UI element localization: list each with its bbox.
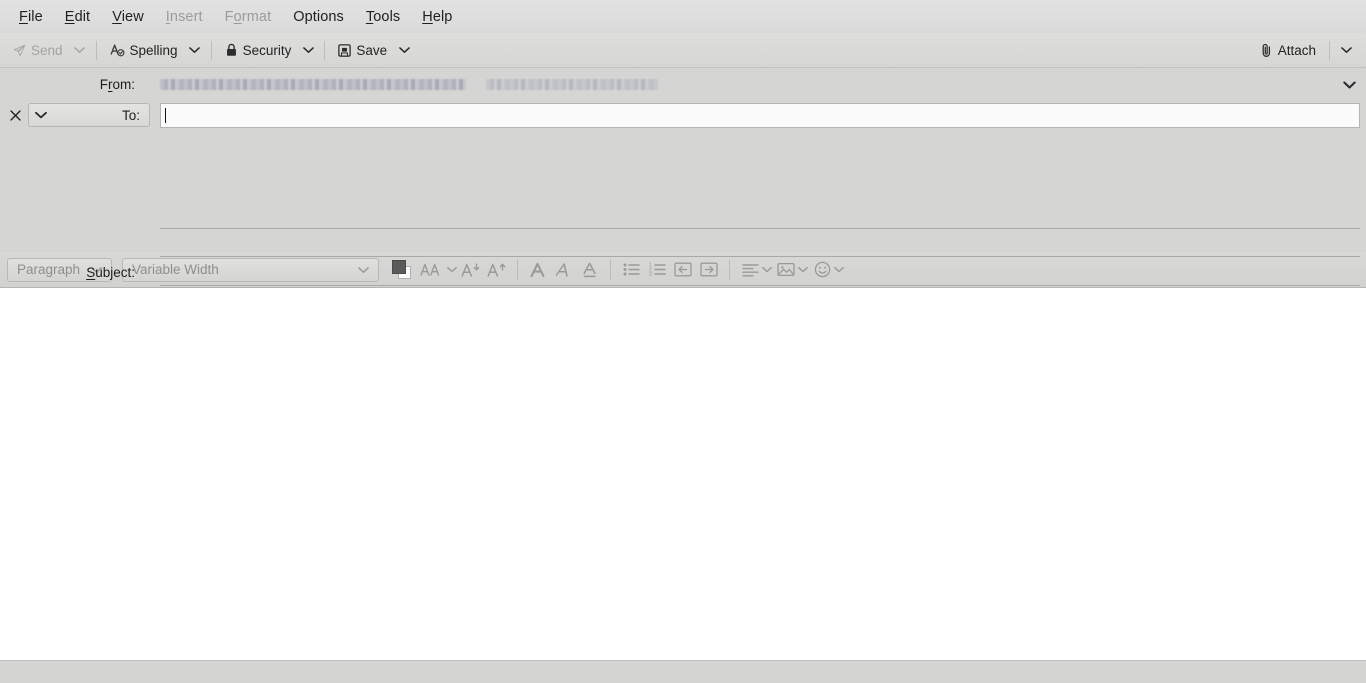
subject-row: Subject: xyxy=(0,260,1366,285)
save-label: Save xyxy=(356,42,388,58)
compose-message-window: File Edit View Insert Format Options Too… xyxy=(0,0,1366,683)
text-cursor xyxy=(165,107,166,123)
send-dropdown-chevron-down-icon xyxy=(70,38,90,62)
redacted-identity-email xyxy=(486,79,658,90)
menu-item-insert: Insert xyxy=(165,8,203,25)
menu-item-file[interactable]: File xyxy=(8,5,54,29)
subject-input[interactable] xyxy=(148,261,1360,284)
attach-label: Attach xyxy=(1277,42,1316,58)
from-identity-value[interactable] xyxy=(148,75,1366,95)
recipient-type-selector[interactable]: To: xyxy=(28,103,150,127)
toolbar-separator xyxy=(210,40,212,60)
subject-label: Subject: xyxy=(86,265,135,280)
to-label: To: xyxy=(121,107,140,123)
save-dropdown-chevron-down-icon[interactable] xyxy=(394,38,414,62)
menu-item-help[interactable]: Help xyxy=(411,5,463,29)
spelling-button[interactable]: Spelling xyxy=(103,40,185,61)
to-input[interactable] xyxy=(160,102,1360,128)
paperclip-icon xyxy=(1260,43,1273,58)
security-dropdown-chevron-down-icon[interactable] xyxy=(298,38,318,62)
menu-item-edit[interactable]: Edit xyxy=(54,5,101,29)
menu-item-tools[interactable]: Tools xyxy=(355,5,411,29)
menu-bar: File Edit View Insert Format Options Too… xyxy=(0,0,1366,33)
send-button: Send xyxy=(6,40,70,61)
floppy-disk-icon xyxy=(338,43,352,57)
redacted-identity-name xyxy=(160,79,466,90)
toolbar-separator xyxy=(95,40,97,60)
color-swatch-icon xyxy=(391,260,411,279)
text-color-button[interactable] xyxy=(388,257,414,283)
spelling-dropdown-chevron-down-icon[interactable] xyxy=(185,38,205,62)
from-dropdown-chevron-down-icon[interactable] xyxy=(1343,80,1356,89)
paper-plane-icon xyxy=(13,44,26,57)
toolbar-separator xyxy=(324,40,326,60)
spellcheck-icon xyxy=(110,43,125,57)
status-bar xyxy=(0,660,1366,683)
header-separator xyxy=(160,256,1360,257)
security-button[interactable]: Security xyxy=(218,40,299,61)
menu-item-options[interactable]: Options xyxy=(282,5,355,29)
security-label: Security xyxy=(242,42,292,58)
header-separator xyxy=(160,228,1360,229)
to-row: To: xyxy=(0,100,1366,130)
send-label: Send xyxy=(31,42,63,58)
menu-item-view[interactable]: View xyxy=(101,5,155,29)
from-row: From: xyxy=(0,71,1366,98)
recipient-type-chevron-down-icon xyxy=(29,111,53,119)
message-headers: From: To: Subject: xyxy=(0,68,1366,286)
menu-item-format: Format xyxy=(224,8,272,25)
header-separator xyxy=(160,285,1360,286)
attach-button[interactable]: Attach xyxy=(1253,40,1323,61)
lock-icon xyxy=(225,43,238,57)
toolbar-separator xyxy=(1329,40,1330,60)
remove-recipient-row-close-icon[interactable] xyxy=(4,104,26,126)
message-body-editor[interactable] xyxy=(0,288,1366,660)
attach-dropdown-chevron-down-icon[interactable] xyxy=(1336,38,1356,62)
spelling-label: Spelling xyxy=(129,42,178,58)
from-label: From: xyxy=(99,77,135,92)
main-toolbar: Send Spelling Security Save Attach xyxy=(0,33,1366,68)
save-button[interactable]: Save xyxy=(331,40,394,61)
